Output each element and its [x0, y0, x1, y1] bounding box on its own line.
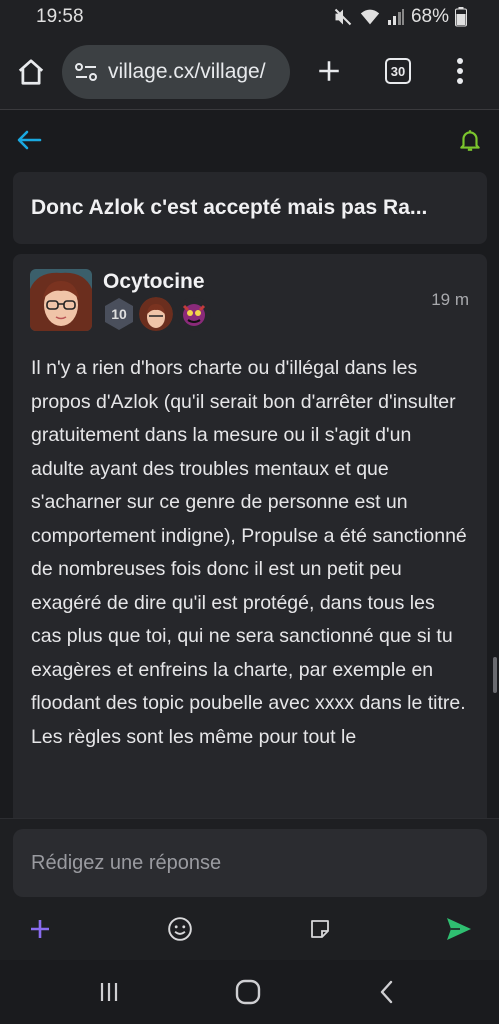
- battery-percent: 68%: [410, 6, 449, 27]
- reply-toolbar: [0, 909, 499, 949]
- tabs-icon: 30: [385, 58, 411, 84]
- new-tab-icon: [319, 61, 339, 81]
- bell-icon[interactable]: [457, 127, 483, 153]
- topic-title: Donc Azlok c'est accepté mais pas Ra...: [31, 196, 428, 219]
- browser-toolbar: village.cx/village/ 30: [0, 34, 499, 110]
- send-icon: [447, 918, 471, 940]
- home-nav-button[interactable]: [228, 976, 268, 1008]
- back-chevron-icon: [380, 980, 393, 1004]
- author-name[interactable]: Ocytocine: [103, 270, 205, 294]
- home-nav-icon: [235, 979, 261, 1005]
- level-number: 10: [111, 306, 127, 322]
- avatar-badge: [139, 297, 173, 331]
- add-attachment-button[interactable]: [27, 909, 53, 949]
- scrollbar[interactable]: [493, 657, 497, 693]
- recent-apps-button[interactable]: [89, 976, 129, 1008]
- post-text: Il n'y a rien d'hors charte ou d'illégal…: [31, 357, 467, 748]
- author-badges: 10: [103, 297, 211, 331]
- new-tab-button[interactable]: [316, 58, 342, 84]
- home-button[interactable]: [16, 57, 46, 87]
- reply-input[interactable]: Rédigez une réponse: [13, 829, 487, 897]
- status-time: 19:58: [36, 6, 84, 27]
- url-bar[interactable]: village.cx/village/: [62, 44, 290, 99]
- post-body: Il n'y a rien d'hors charte ou d'illégal…: [13, 344, 487, 754]
- page-nav: [0, 118, 499, 162]
- send-button[interactable]: [444, 909, 474, 949]
- mute-icon: [334, 8, 352, 26]
- reply-area: Rédigez une réponse: [0, 818, 499, 960]
- monster-badge: [177, 297, 211, 331]
- recent-apps-icon: [100, 983, 118, 1001]
- topic-title-card[interactable]: Donc Azlok c'est accepté mais pas Ra...: [13, 172, 487, 244]
- post-header: Ocytocine 10 19 m: [13, 254, 487, 344]
- sticker-icon: [311, 920, 329, 938]
- back-nav-button[interactable]: [367, 976, 407, 1008]
- signal-icon: [387, 9, 404, 25]
- sticker-button[interactable]: [307, 909, 333, 949]
- post-time: 19 m: [431, 290, 469, 309]
- avatar[interactable]: [30, 269, 92, 331]
- wifi-icon: [360, 9, 380, 25]
- url-text: village.cx/village/: [108, 59, 266, 83]
- site-info-icon[interactable]: [74, 61, 98, 83]
- plus-icon: [31, 920, 49, 938]
- status-icons: 68%: [333, 6, 467, 28]
- emoji-button[interactable]: [166, 909, 194, 949]
- level-badge: 10: [103, 297, 135, 331]
- status-bar: 19:58 68%: [0, 0, 499, 34]
- tab-switcher-button[interactable]: 30: [385, 58, 411, 84]
- home-icon: [18, 58, 44, 85]
- post-card: Ocytocine 10 19 m Il n'y a rien d'hors c…: [13, 254, 487, 818]
- smiley-icon: [168, 917, 192, 941]
- battery-icon: [455, 7, 467, 27]
- menu-icon: [457, 58, 463, 84]
- reply-placeholder: Rédigez une réponse: [31, 851, 222, 874]
- menu-button[interactable]: [455, 56, 465, 86]
- system-nav-bar: [0, 960, 499, 1024]
- back-arrow-icon[interactable]: [16, 129, 42, 151]
